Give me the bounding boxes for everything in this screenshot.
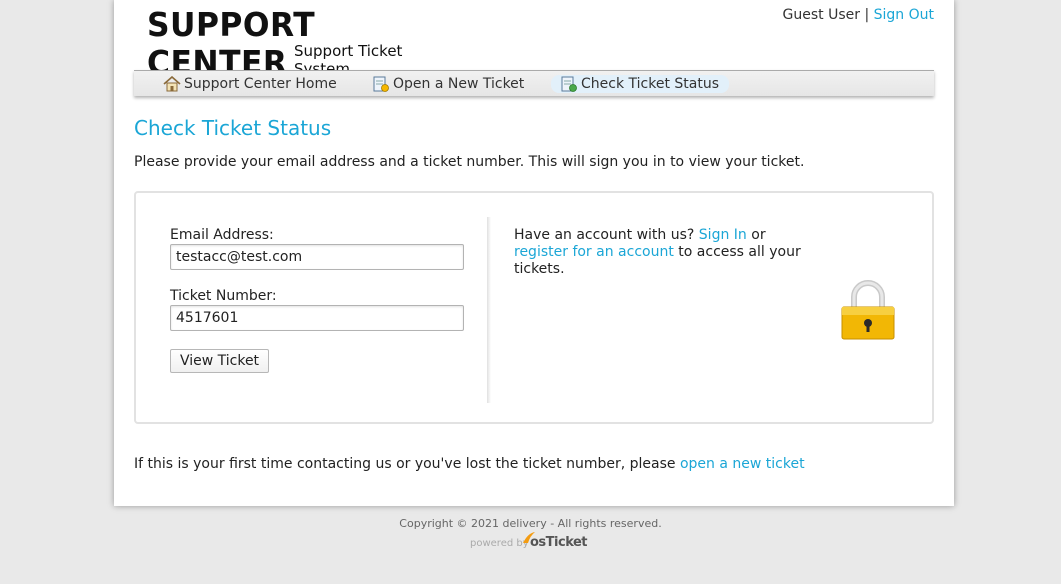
check-ticket-panel: Email Address: testacc@test.com Ticket N… (134, 191, 934, 424)
page-title: Check Ticket Status (134, 116, 332, 140)
ticket-number-field[interactable]: 4517601 (170, 305, 464, 331)
footer-copyright: Copyright © 2021 delivery - All rights r… (399, 517, 662, 530)
register-link[interactable]: register for an account (514, 244, 674, 260)
ticket-status-icon (561, 76, 577, 92)
sign-out-link[interactable]: Sign Out (874, 7, 934, 23)
bottom-note: If this is your first time contacting us… (134, 456, 805, 472)
account-or: or (751, 227, 766, 243)
home-icon (163, 76, 181, 92)
nav-item-open-ticket[interactable]: Open a New Ticket (363, 75, 534, 93)
page-intro: Please provide your email address and a … (134, 154, 805, 170)
nav-item-check-status-label: Check Ticket Status (581, 76, 719, 92)
logo[interactable]: SUPPORT CENTER Support Ticket System (147, 6, 447, 82)
new-ticket-icon (373, 76, 389, 92)
user-bar: Guest User | Sign Out (783, 7, 934, 23)
view-ticket-button[interactable]: View Ticket (170, 349, 269, 373)
open-new-ticket-link[interactable]: open a new ticket (680, 456, 805, 472)
panel-divider (487, 217, 491, 403)
account-prompt: Have an account with us? (514, 227, 695, 243)
nav-item-home[interactable]: Support Center Home (154, 75, 347, 93)
email-label: Email Address: (170, 227, 274, 243)
main-nav: Support Center Home Open a New Ticket Ch… (134, 70, 934, 96)
nav-item-home-label: Support Center Home (184, 76, 337, 92)
page-container: SUPPORT CENTER Support Ticket System Gue… (114, 0, 954, 506)
bottom-note-text: If this is your first time contacting us… (134, 456, 676, 472)
powered-by-logo[interactable]: powered by osTicket (470, 531, 588, 553)
ticket-number-label: Ticket Number: (170, 288, 277, 304)
email-field[interactable]: testacc@test.com (170, 244, 464, 270)
lock-icon (841, 280, 895, 340)
user-separator: | (864, 7, 870, 23)
nav-item-check-status[interactable]: Check Ticket Status (551, 75, 729, 93)
powered-by-text: powered by (470, 538, 529, 549)
user-name: Guest User (782, 7, 860, 23)
account-info: Have an account with us? Sign In or regi… (514, 227, 814, 278)
sign-in-link[interactable]: Sign In (699, 227, 747, 243)
nav-item-open-ticket-label: Open a New Ticket (393, 76, 525, 92)
powered-by-brand: osTicket (530, 535, 588, 550)
